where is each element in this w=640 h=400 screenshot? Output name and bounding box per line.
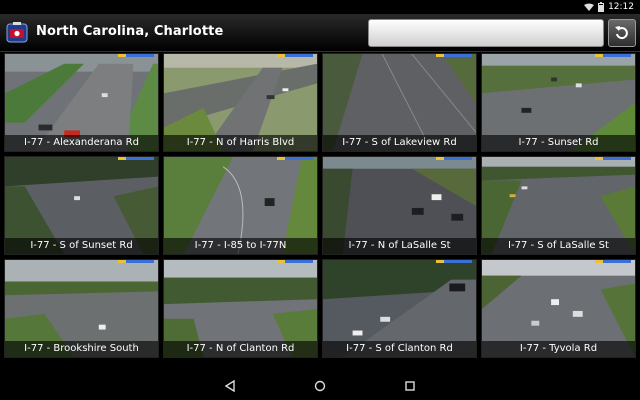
camera-label: I-77 - S of LaSalle St <box>482 238 635 254</box>
camera-label: I-77 - N of Harris Blvd <box>164 135 317 151</box>
camera-tile[interactable]: I-77 - Alexanderana Rd <box>4 53 159 152</box>
camera-tile[interactable]: I-77 - I-85 to I-77N <box>163 156 318 255</box>
camera-ribbon <box>277 54 313 57</box>
camera-label: I-77 - S of Lakeview Rd <box>323 135 476 151</box>
traffic-camera-app-icon <box>6 22 28 43</box>
app-bar: North Carolina, Charlotte <box>0 14 640 52</box>
camera-ribbon <box>595 157 631 160</box>
camera-tile[interactable]: I-77 - S of Clanton Rd <box>322 259 477 358</box>
camera-ribbon <box>118 54 154 57</box>
camera-ribbon <box>595 54 631 57</box>
camera-tile[interactable]: I-77 - N of LaSalle St <box>322 156 477 255</box>
refresh-icon <box>615 26 628 40</box>
camera-label: I-77 - S of Sunset Rd <box>5 238 158 254</box>
camera-ribbon <box>436 157 472 160</box>
back-icon <box>224 380 235 392</box>
camera-label: I-77 - Sunset Rd <box>482 135 635 151</box>
camera-tile[interactable]: I-77 - S of Sunset Rd <box>4 156 159 255</box>
camera-ribbon <box>118 260 154 263</box>
camera-label: I-77 - Alexanderana Rd <box>5 135 158 151</box>
wifi-icon <box>584 3 595 11</box>
camera-ribbon <box>436 260 472 263</box>
camera-grid: I-77 - Alexanderana Rd I-77 - N of Harri… <box>4 53 636 369</box>
home-button[interactable] <box>310 376 330 396</box>
camera-ribbon <box>595 260 631 263</box>
recents-button[interactable] <box>400 376 420 396</box>
battery-icon <box>598 2 605 12</box>
camera-ribbon <box>277 157 313 160</box>
status-icons: 12:12 <box>584 1 634 13</box>
refresh-button[interactable] <box>608 19 636 47</box>
recents-icon <box>405 381 415 391</box>
camera-tile[interactable]: I-77 - S of Lakeview Rd <box>322 53 477 152</box>
camera-label: I-77 - N of Clanton Rd <box>164 341 317 357</box>
camera-ribbon <box>118 157 154 160</box>
camera-label: I-77 - N of LaSalle St <box>323 238 476 254</box>
camera-label: I-77 - I-85 to I-77N <box>164 238 317 254</box>
camera-label: I-77 - Brookshire South <box>5 341 158 357</box>
navigation-bar <box>0 372 640 400</box>
camera-label: I-77 - Tyvola Rd <box>482 341 635 357</box>
camera-tile[interactable]: I-77 - Brookshire South <box>4 259 159 358</box>
search-input[interactable] <box>368 19 604 47</box>
camera-tile[interactable]: I-77 - Sunset Rd <box>481 53 636 152</box>
camera-tile[interactable]: I-77 - Tyvola Rd <box>481 259 636 358</box>
home-icon <box>314 380 326 392</box>
clock: 12:12 <box>608 2 634 12</box>
page-title: North Carolina, Charlotte <box>36 24 224 39</box>
status-bar: 12:12 <box>0 0 640 14</box>
back-button[interactable] <box>220 376 240 396</box>
camera-ribbon <box>436 54 472 57</box>
camera-ribbon <box>277 260 313 263</box>
camera-tile[interactable]: I-77 - S of LaSalle St <box>481 156 636 255</box>
camera-label: I-77 - S of Clanton Rd <box>323 341 476 357</box>
camera-tile[interactable]: I-77 - N of Clanton Rd <box>163 259 318 358</box>
camera-tile[interactable]: I-77 - N of Harris Blvd <box>163 53 318 152</box>
